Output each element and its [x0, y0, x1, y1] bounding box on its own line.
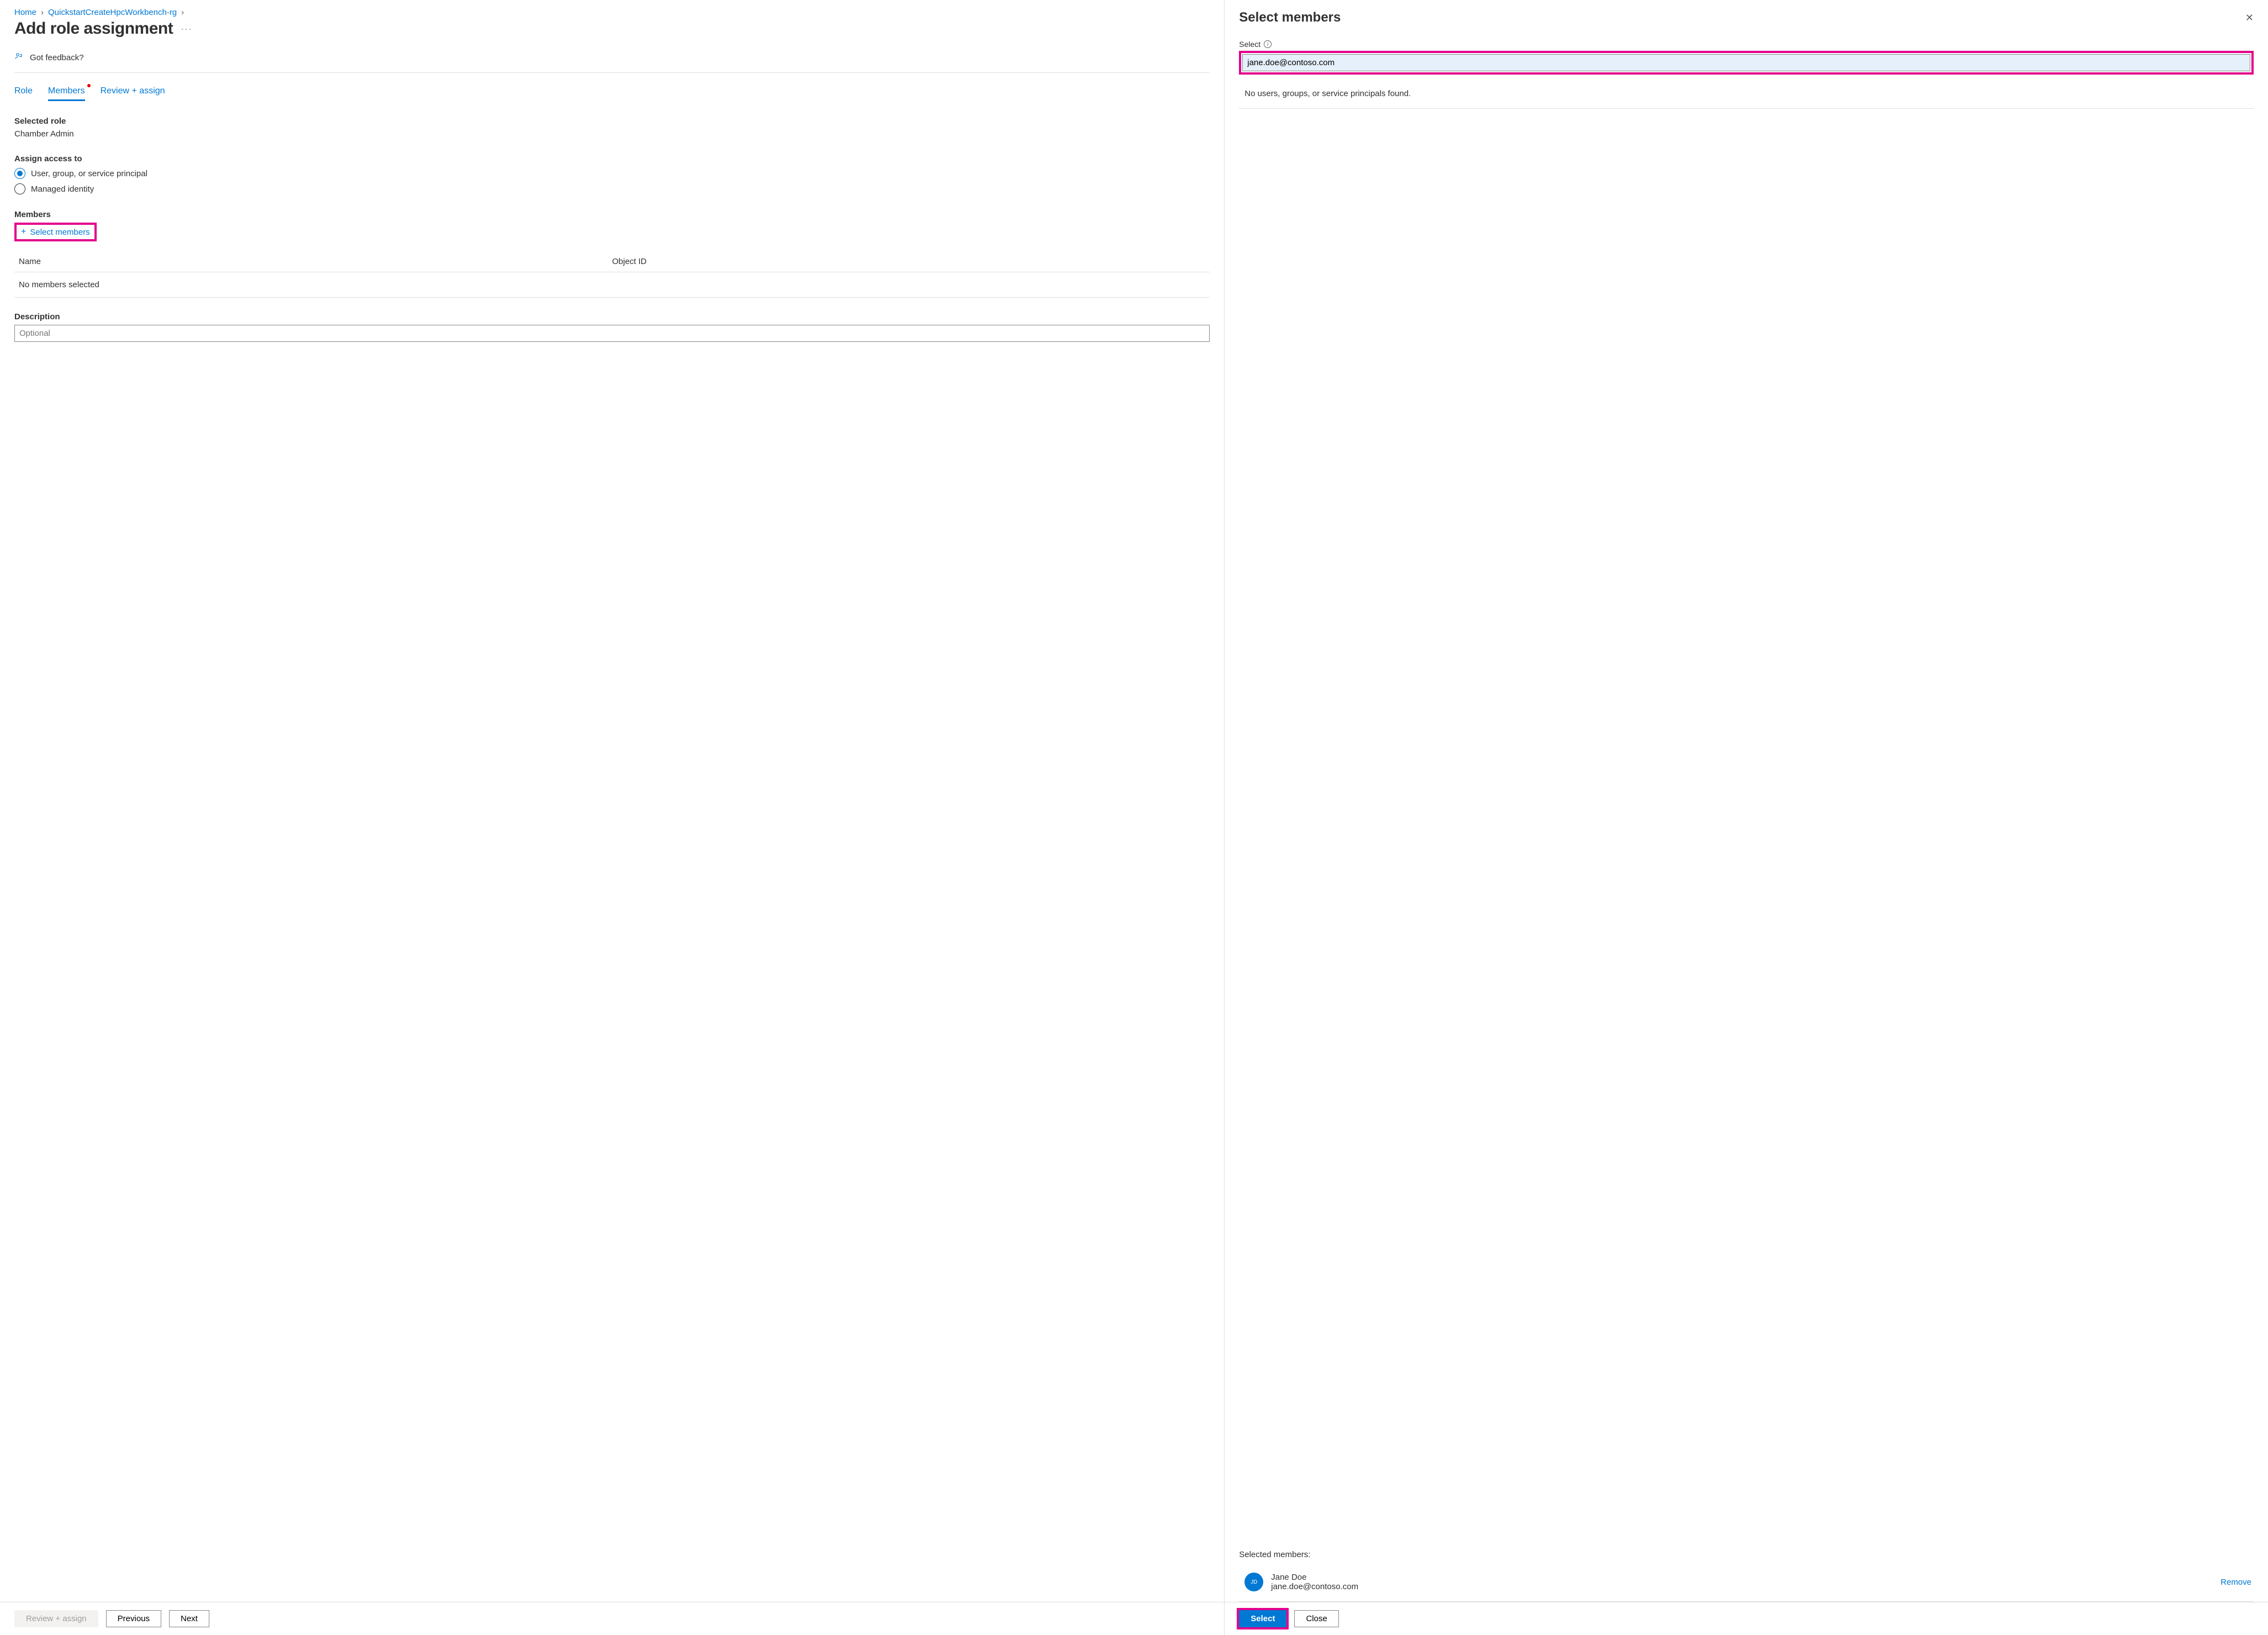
members-table-header: Name Object ID: [14, 251, 1210, 272]
close-icon[interactable]: ✕: [2245, 12, 2254, 24]
no-results-message: No users, groups, or service principals …: [1239, 79, 2254, 109]
member-info: Jane Doe jane.doe@contoso.com: [1271, 1573, 2213, 1591]
breadcrumb: Home › QuickstartCreateHpcWorkbench-rg ›: [14, 8, 1210, 17]
assign-access-section: Assign access to User, group, or service…: [14, 154, 1210, 194]
selected-role-section: Selected role Chamber Admin: [14, 117, 1210, 139]
next-button[interactable]: Next: [169, 1610, 209, 1627]
spacer: [1239, 109, 2254, 1550]
member-email: jane.doe@contoso.com: [1271, 1582, 2213, 1591]
members-table: Name Object ID No members selected: [14, 251, 1210, 298]
review-assign-button: Review + assign: [14, 1610, 98, 1627]
plus-icon: +: [21, 227, 26, 237]
assign-access-label: Assign access to: [14, 154, 1210, 164]
selected-member-row: JD Jane Doe jane.doe@contoso.com Remove: [1239, 1567, 2254, 1602]
members-empty-row: No members selected: [14, 272, 1210, 298]
chevron-right-icon: ›: [41, 8, 44, 17]
selected-members-label: Selected members:: [1239, 1550, 2254, 1559]
close-button[interactable]: Close: [1294, 1610, 1338, 1627]
main-content: Home › QuickstartCreateHpcWorkbench-rg ›…: [0, 0, 1225, 1635]
selected-role-label: Selected role: [14, 117, 1210, 126]
tab-review-assign[interactable]: Review + assign: [101, 86, 165, 101]
members-section: Members + Select members Name Object ID …: [14, 210, 1210, 342]
feedback-label: Got feedback?: [30, 53, 84, 62]
info-icon[interactable]: i: [1264, 40, 1272, 48]
feedback-icon: [14, 51, 24, 64]
panel-footer: Select Close: [1225, 1602, 2268, 1635]
page-title: Add role assignment: [14, 19, 173, 38]
description-input[interactable]: [14, 325, 1210, 342]
search-highlight: [1239, 51, 2254, 75]
select-members-highlight: + Select members: [14, 223, 97, 241]
radio-managed-identity[interactable]: Managed identity: [14, 183, 1210, 194]
radio-managed-identity-label: Managed identity: [31, 184, 94, 194]
avatar: JD: [1244, 1573, 1263, 1591]
col-object-id: Object ID: [612, 257, 1205, 266]
tab-members-label: Members: [48, 86, 85, 96]
previous-button[interactable]: Previous: [106, 1610, 161, 1627]
remove-member-link[interactable]: Remove: [2220, 1578, 2251, 1587]
radio-user-group-label: User, group, or service principal: [31, 169, 147, 178]
member-name: Jane Doe: [1271, 1573, 2213, 1582]
col-name: Name: [19, 257, 612, 266]
tabs: Role Members Review + assign: [14, 73, 1210, 101]
radio-user-group[interactable]: User, group, or service principal: [14, 168, 1210, 179]
selected-role-value: Chamber Admin: [14, 129, 1210, 139]
description-label: Description: [14, 312, 1210, 321]
page-title-row: Add role assignment ···: [14, 19, 1210, 38]
select-members-button[interactable]: + Select members: [21, 227, 90, 237]
select-members-panel: Select members ✕ Select i No users, grou…: [1225, 0, 2268, 1635]
member-search-input[interactable]: [1242, 54, 2250, 71]
chevron-right-icon: ›: [181, 8, 184, 17]
breadcrumb-resource-group[interactable]: QuickstartCreateHpcWorkbench-rg: [48, 8, 177, 17]
feedback-link[interactable]: Got feedback?: [14, 43, 1210, 73]
tab-members[interactable]: Members: [48, 86, 85, 101]
radio-icon: [14, 183, 25, 194]
breadcrumb-home[interactable]: Home: [14, 8, 36, 17]
more-icon[interactable]: ···: [181, 23, 192, 35]
panel-header: Select members ✕: [1225, 0, 2268, 25]
select-label-row: Select i: [1239, 40, 2254, 49]
panel-body: Select i No users, groups, or service pr…: [1225, 25, 2268, 1602]
tab-role[interactable]: Role: [14, 86, 33, 101]
members-label: Members: [14, 210, 1210, 219]
main-body: Home › QuickstartCreateHpcWorkbench-rg ›…: [0, 0, 1224, 1602]
select-members-text: Select members: [30, 228, 89, 237]
left-footer: Review + assign Previous Next: [0, 1602, 1224, 1635]
select-label: Select: [1239, 40, 1260, 49]
radio-icon: [14, 168, 25, 179]
select-button[interactable]: Select: [1239, 1610, 1286, 1627]
panel-title: Select members: [1239, 10, 1341, 25]
indicator-dot-icon: [87, 84, 91, 87]
